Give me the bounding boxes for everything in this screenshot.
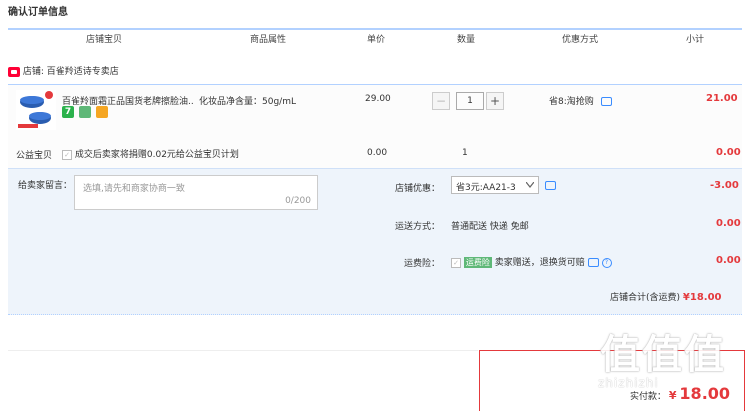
bottom-divider bbox=[8, 350, 478, 351]
col-header-quantity: 数量 bbox=[457, 35, 476, 45]
coupon-amount: -3.00 bbox=[710, 180, 739, 191]
service-badges: 7 bbox=[62, 106, 110, 118]
store-name-link[interactable]: 百雀羚适诗专卖店 bbox=[47, 67, 119, 77]
invoice-icon bbox=[95, 106, 108, 118]
discount-text: 省8:淘抢购 bbox=[549, 97, 594, 107]
quantity-input[interactable]: 1 bbox=[456, 92, 484, 110]
coupon-selected-value: 省3元:AA21-3 bbox=[456, 183, 516, 193]
quantity-stepper: − 1 + bbox=[432, 92, 504, 110]
site-watermark: 值值值 bbox=[600, 332, 726, 378]
shipping-amount: 0.00 bbox=[716, 218, 741, 229]
store-total-amount: ¥18.00 bbox=[682, 292, 722, 303]
insurance-chat-icon[interactable] bbox=[587, 258, 599, 267]
shipping-label: 运送方式： bbox=[395, 222, 441, 232]
seven-day-return-icon: 7 bbox=[62, 106, 74, 118]
page-title: 确认订单信息 bbox=[8, 7, 68, 18]
unit-price: 29.00 bbox=[365, 94, 391, 104]
message-textarea[interactable]: 选填,请先和商家协商一致 0/200 bbox=[74, 175, 318, 210]
col-header-attribute: 商品属性 bbox=[250, 35, 287, 45]
insurance-info: ✓ 运费险 卖家赠送，退换货可赔 ? bbox=[451, 255, 612, 268]
coupon-select[interactable]: 省3元:AA21-3 bbox=[451, 176, 539, 194]
header-divider bbox=[8, 28, 742, 30]
message-label: 给卖家留言： bbox=[18, 181, 73, 191]
insurance-amount: 0.00 bbox=[716, 255, 741, 266]
quantity-increase-button[interactable]: + bbox=[486, 92, 504, 110]
coupon-chat-icon[interactable] bbox=[545, 181, 556, 190]
quantity-decrease-button[interactable]: − bbox=[432, 92, 450, 110]
shipping-value: 普通配送 快递 免邮 bbox=[451, 222, 529, 232]
store-total-label: 店铺合计(含运费) bbox=[610, 293, 681, 303]
charity-price: 0.00 bbox=[367, 148, 388, 158]
tmall-store-icon bbox=[8, 66, 20, 77]
insurance-tag: 运费险 bbox=[463, 257, 492, 268]
insurance-checkbox[interactable]: ✓ bbox=[451, 257, 461, 268]
charity-label: 公益宝贝 bbox=[16, 151, 53, 161]
col-header-subtotal: 小计 bbox=[686, 35, 705, 45]
store-total: 店铺合计(含运费) ¥18.00 bbox=[610, 290, 722, 303]
help-icon[interactable]: ? bbox=[601, 257, 612, 268]
final-amount: 18.00 bbox=[679, 384, 731, 403]
insurance-text: 卖家赠送，退换货可赔 bbox=[494, 258, 585, 268]
store-label: 店铺: bbox=[22, 67, 44, 77]
message-placeholder: 选填,请先和商家协商一致 bbox=[83, 184, 185, 194]
col-header-discount: 优惠方式 bbox=[562, 35, 599, 45]
guarantee-icon bbox=[78, 106, 91, 118]
item-subtotal: 21.00 bbox=[706, 93, 738, 104]
message-counter: 0/200 bbox=[285, 196, 311, 206]
col-header-item: 店铺宝贝 bbox=[86, 35, 123, 45]
charity-text: 成交后卖家将捐赠0.02元给公益宝贝计划 bbox=[74, 150, 239, 160]
site-watermark-text: zhizhizhi bbox=[598, 376, 659, 390]
final-currency: ¥ bbox=[668, 389, 677, 402]
final-payment-label: 实付款： bbox=[630, 392, 667, 402]
col-header-price: 单价 bbox=[367, 35, 386, 45]
charity-subtotal: 0.00 bbox=[716, 147, 741, 158]
product-attribute: 化妆品净含量：50g/mL bbox=[199, 97, 296, 107]
charity-info: ✓ 成交后卖家将捐赠0.02元给公益宝贝计划 bbox=[62, 147, 239, 160]
store-row: 店铺: 百雀羚适诗专卖店 bbox=[8, 64, 119, 77]
discount-method: 省8:淘抢购 bbox=[549, 94, 612, 107]
charity-checkbox: ✓ bbox=[62, 149, 72, 160]
coupon-label: 店铺优惠： bbox=[395, 184, 441, 194]
chevron-down-icon bbox=[526, 182, 534, 188]
charity-quantity: 1 bbox=[462, 148, 468, 158]
insurance-label: 运费险： bbox=[404, 259, 441, 269]
chat-icon[interactable] bbox=[600, 97, 612, 106]
product-thumbnail[interactable] bbox=[16, 90, 56, 130]
